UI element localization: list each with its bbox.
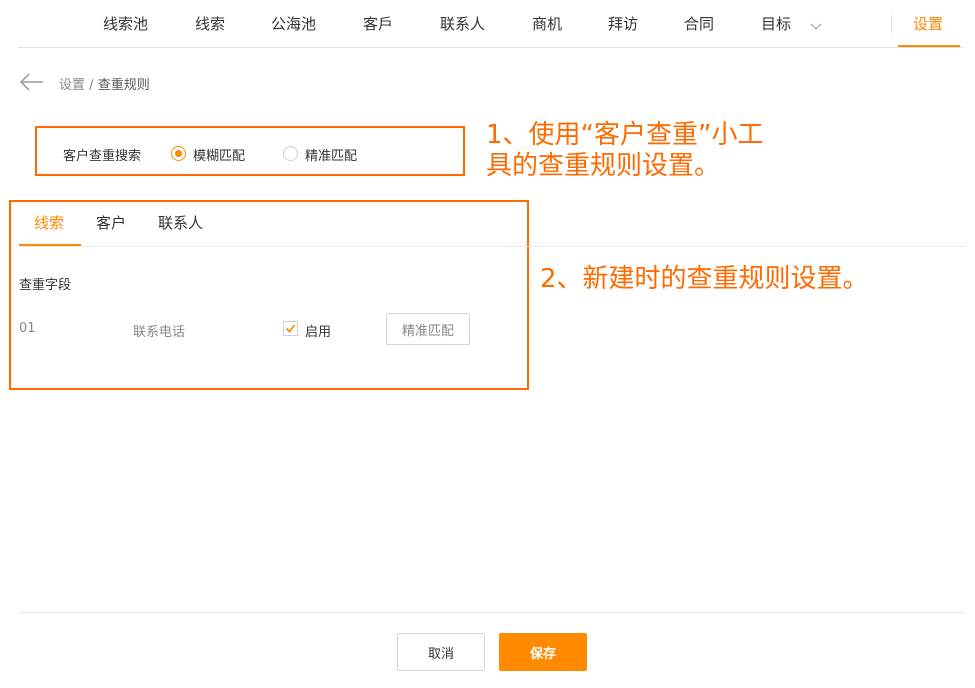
highlight-box-creation-dedupe <box>9 200 529 390</box>
customer-dedupe-label: 客户查重搜索 <box>63 149 142 164</box>
exact-match-radio[interactable] <box>283 146 298 161</box>
nav-item-public-pool[interactable]: 公海池 <box>271 13 316 34</box>
nav-item-contracts[interactable]: 合同 <box>684 13 714 34</box>
top-nav: 线索池 线索 公海池 客戶 联系人 商机 拜访 合同 目标 设置 <box>0 0 975 48</box>
nav-item-contacts[interactable]: 联系人 <box>440 13 485 34</box>
row-field-name: 联系电话 <box>133 325 186 340</box>
nav-item-opportunities[interactable]: 商机 <box>532 13 562 34</box>
breadcrumb-current: 查重规则 <box>97 78 150 93</box>
exact-match-label[interactable]: 精准匹配 <box>305 145 357 164</box>
match-mode-button[interactable]: 精准匹配 <box>386 313 470 345</box>
tab-contacts[interactable]: 联系人 <box>158 212 203 233</box>
breadcrumb: 设置 / 查重规则 <box>59 74 150 93</box>
nav-item-leads[interactable]: 线索 <box>195 13 225 34</box>
annotation-note-2: 2、新建时的查重规则设置。 <box>540 264 869 294</box>
dedupe-fields-heading: 查重字段 <box>19 278 72 293</box>
nav-item-targets[interactable]: 目标 <box>761 13 791 34</box>
nav-item-settings[interactable]: 设置 <box>913 13 943 34</box>
annotation-note-1: 1、使用“客户查重”小工 具的查重规则设置。 <box>486 120 763 182</box>
cancel-button[interactable]: 取消 <box>397 633 485 671</box>
nav-bottom-border <box>18 47 963 48</box>
annotation-note-1-line-2: 具的查重规则设置。 <box>486 151 721 181</box>
enable-checkbox[interactable] <box>283 321 298 336</box>
fuzzy-match-radio[interactable] <box>171 146 186 161</box>
save-button[interactable]: 保存 <box>499 633 587 671</box>
chevron-down-icon[interactable] <box>809 16 823 30</box>
nav-item-visits[interactable]: 拜访 <box>608 13 638 34</box>
checkmark-icon <box>285 324 296 333</box>
breadcrumb-separator: / <box>89 78 94 93</box>
breadcrumb-parent[interactable]: 设置 <box>59 78 85 93</box>
annotation-note-1-line-1: 1、使用“客户查重”小工 <box>486 120 764 150</box>
arrow-left-icon[interactable] <box>19 72 44 92</box>
nav-item-customers[interactable]: 客戶 <box>363 13 393 34</box>
nav-item-lead-pool[interactable]: 线索池 <box>103 13 148 34</box>
tab-leads[interactable]: 线索 <box>34 212 64 233</box>
enable-checkbox-label[interactable]: 启用 <box>305 321 331 340</box>
fuzzy-match-label[interactable]: 模糊匹配 <box>193 145 245 164</box>
nav-divider <box>891 14 892 34</box>
tab-customers[interactable]: 客户 <box>96 212 126 233</box>
footer-divider <box>19 612 965 613</box>
tabs-bottom-border <box>19 246 965 247</box>
row-index: 01 <box>19 321 36 336</box>
